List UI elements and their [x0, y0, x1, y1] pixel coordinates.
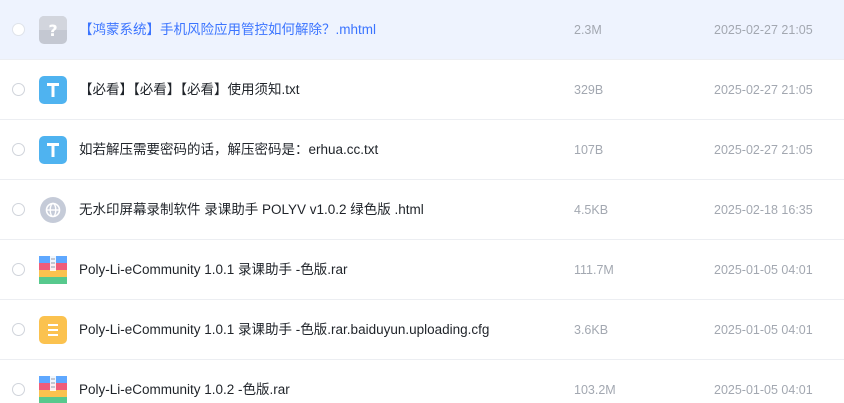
file-size: 4.5KB — [574, 203, 609, 217]
file-date: 2025-01-05 04:01 — [714, 383, 813, 397]
row-checkbox[interactable] — [12, 263, 25, 276]
file-size: 111.7M — [574, 263, 614, 277]
file-row[interactable]: 无水印屏幕录制软件 录课助手 POLYV v1.0.2 绿色版 .html 4.… — [0, 180, 844, 240]
file-size: 107B — [574, 143, 604, 157]
file-row[interactable]: ? 【鸿蒙系统】手机风险应用管控如何解除？.mhtml 2.3M 2025-02… — [0, 0, 844, 60]
row-checkbox[interactable] — [12, 203, 25, 216]
row-checkbox[interactable] — [12, 323, 25, 336]
archive-file-icon — [39, 376, 67, 403]
txt-file-icon — [39, 76, 67, 104]
file-name[interactable]: Poly-Li-eCommunity 1.0.2 -色版.rar — [79, 381, 290, 399]
file-list: ? 【鸿蒙系统】手机风险应用管控如何解除？.mhtml 2.3M 2025-02… — [0, 0, 844, 403]
document-file-icon — [39, 316, 67, 344]
file-row[interactable]: 【必看】【必看】【必看】使用须知.txt 329B 2025-02-27 21:… — [0, 60, 844, 120]
file-name[interactable]: 【必看】【必看】【必看】使用须知.txt — [79, 81, 300, 99]
file-date: 2025-01-05 04:01 — [714, 263, 813, 277]
file-size: 2.3M — [574, 23, 602, 37]
row-checkbox[interactable] — [12, 83, 25, 96]
file-date: 2025-02-27 21:05 — [714, 83, 813, 97]
file-row[interactable]: Poly-Li-eCommunity 1.0.1 录课助手 -色版.rar 11… — [0, 240, 844, 300]
txt-file-icon — [39, 136, 67, 164]
file-date: 2025-01-05 04:01 — [714, 323, 813, 337]
file-row[interactable]: Poly-Li-eCommunity 1.0.2 -色版.rar 103.2M … — [0, 360, 844, 403]
file-size: 329B — [574, 83, 604, 97]
file-size: 103.2M — [574, 383, 616, 397]
unknown-file-icon: ? — [39, 16, 67, 44]
file-date: 2025-02-18 16:35 — [714, 203, 813, 217]
row-checkbox[interactable] — [12, 383, 25, 396]
file-name[interactable]: Poly-Li-eCommunity 1.0.1 录课助手 -色版.rar — [79, 261, 348, 279]
file-name[interactable]: 【鸿蒙系统】手机风险应用管控如何解除？.mhtml — [79, 21, 376, 39]
archive-file-icon — [39, 256, 67, 284]
file-name[interactable]: Poly-Li-eCommunity 1.0.1 录课助手 -色版.rar.ba… — [79, 321, 489, 339]
file-name[interactable]: 无水印屏幕录制软件 录课助手 POLYV v1.0.2 绿色版 .html — [79, 201, 424, 219]
row-checkbox[interactable] — [12, 23, 25, 36]
file-name[interactable]: 如若解压需要密码的话，解压密码是：erhua.cc.txt — [79, 141, 378, 159]
svg-text:?: ? — [48, 21, 57, 40]
web-file-icon — [39, 196, 67, 224]
file-row[interactable]: Poly-Li-eCommunity 1.0.1 录课助手 -色版.rar.ba… — [0, 300, 844, 360]
file-date: 2025-02-27 21:05 — [714, 143, 813, 157]
file-row[interactable]: 如若解压需要密码的话，解压密码是：erhua.cc.txt 107B 2025-… — [0, 120, 844, 180]
file-date: 2025-02-27 21:05 — [714, 23, 813, 37]
row-checkbox[interactable] — [12, 143, 25, 156]
file-size: 3.6KB — [574, 323, 609, 337]
